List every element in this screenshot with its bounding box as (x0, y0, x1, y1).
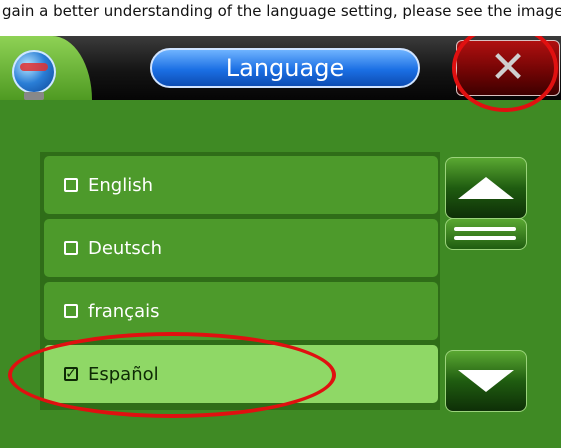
globe-icon (12, 50, 56, 94)
language-label: Deutsch (88, 237, 163, 259)
annotation-circle-close (452, 36, 558, 112)
annotation-circle-espanol (8, 332, 336, 418)
language-item-deutsch[interactable]: Deutsch (44, 219, 438, 277)
window-title: Language (150, 48, 420, 88)
globe-tab[interactable] (0, 36, 92, 100)
language-item-francais[interactable]: français (44, 282, 438, 340)
down-arrow-icon (458, 370, 514, 392)
language-item-english[interactable]: English (44, 156, 438, 214)
scroll-thumb[interactable] (445, 218, 527, 250)
scroll-thumb-line (454, 227, 516, 231)
language-label: English (88, 174, 153, 196)
checkbox-icon[interactable] (64, 304, 78, 318)
top-caption: gain a better understanding of the langu… (0, 0, 561, 34)
scroll-up-button[interactable] (445, 157, 527, 219)
language-label: français (88, 300, 160, 322)
checkbox-icon[interactable] (64, 178, 78, 192)
language-dialog: Language ✕ English Deutsch français ✓ Es… (0, 36, 561, 448)
globe-stand-icon (24, 92, 44, 100)
checkbox-icon[interactable] (64, 241, 78, 255)
scroll-thumb-line (454, 236, 516, 240)
scroll-down-button[interactable] (445, 350, 527, 412)
up-arrow-icon (458, 177, 514, 199)
